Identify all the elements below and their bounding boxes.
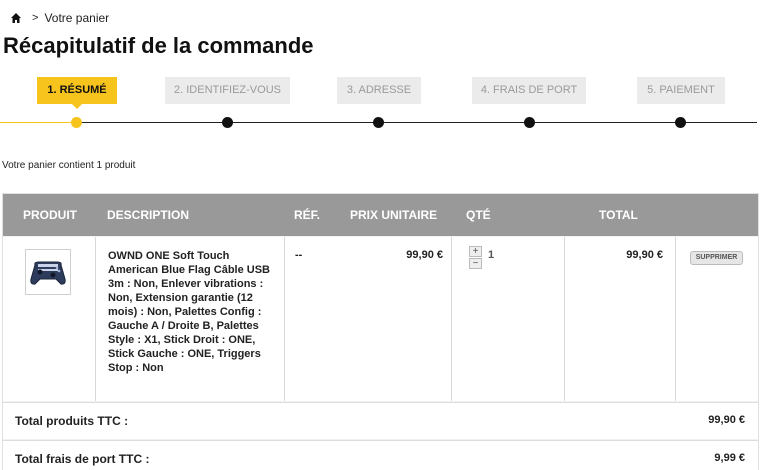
delete-button[interactable]: SUPPRIMER bbox=[690, 251, 743, 265]
total-shipping-row: Total frais de port TTC : 9,99 € bbox=[3, 440, 758, 470]
column-divider bbox=[284, 237, 285, 401]
header-description: DESCRIPTION bbox=[107, 208, 190, 222]
product-quantity: 1 bbox=[488, 249, 495, 261]
total-products-row: Total produits TTC : 99,90 € bbox=[3, 402, 758, 439]
cart-item-row: OWND ONE Soft Touch American Blue Flag C… bbox=[3, 237, 758, 401]
progress-dot bbox=[373, 117, 384, 128]
progress-line-active bbox=[0, 122, 77, 123]
header-ref: RÉF. bbox=[294, 208, 321, 222]
home-icon[interactable] bbox=[10, 12, 22, 24]
breadcrumb-current: Votre panier bbox=[44, 11, 110, 25]
header-total: TOTAL bbox=[599, 208, 638, 222]
column-divider bbox=[675, 237, 676, 401]
progress-dot bbox=[222, 117, 233, 128]
page-title: Récapitulatif de la commande bbox=[3, 33, 314, 58]
step-identify[interactable]: 2. IDENTIFIEZ-VOUS bbox=[165, 77, 290, 104]
cart-table: PRODUIT DESCRIPTION RÉF. PRIX UNITAIRE Q… bbox=[2, 193, 759, 470]
qty-decrease-button[interactable]: − bbox=[469, 258, 482, 269]
total-products-label: Total produits TTC : bbox=[15, 414, 129, 428]
product-description: OWND ONE Soft Touch American Blue Flag C… bbox=[108, 250, 270, 374]
step-shipping[interactable]: 4. FRAIS DE PORT bbox=[472, 77, 586, 104]
breadcrumb: > Votre panier bbox=[10, 10, 109, 26]
product-thumbnail[interactable] bbox=[25, 249, 71, 295]
column-divider bbox=[451, 237, 452, 401]
step-resume[interactable]: 1. RÉSUMÉ bbox=[37, 77, 117, 109]
total-shipping-label: Total frais de port TTC : bbox=[15, 452, 150, 466]
product-ref: -- bbox=[295, 249, 303, 261]
controller-image bbox=[30, 261, 66, 285]
breadcrumb-separator: > bbox=[32, 12, 39, 24]
column-divider bbox=[95, 237, 96, 401]
step-payment[interactable]: 5. PAIEMENT bbox=[637, 77, 725, 104]
quantity-stepper: + − bbox=[469, 246, 483, 270]
step-active-arrow bbox=[72, 104, 82, 109]
header-product: PRODUIT bbox=[23, 208, 77, 222]
step-resume-label: 1. RÉSUMÉ bbox=[47, 84, 107, 96]
total-products-value: 99,90 € bbox=[708, 414, 745, 426]
total-shipping-value: 9,99 € bbox=[714, 452, 745, 464]
product-unit-price: 99,90 € bbox=[406, 249, 443, 261]
progress-line bbox=[77, 122, 757, 123]
cart-table-header: PRODUIT DESCRIPTION RÉF. PRIX UNITAIRE Q… bbox=[3, 194, 758, 236]
progress-dot bbox=[675, 117, 686, 128]
progress-dot-current bbox=[71, 117, 82, 128]
cart-summary: Votre panier contient 1 produit bbox=[2, 160, 136, 171]
header-unit-price: PRIX UNITAIRE bbox=[350, 208, 438, 222]
progress-dot bbox=[524, 117, 535, 128]
column-divider bbox=[564, 237, 565, 401]
qty-increase-button[interactable]: + bbox=[469, 246, 482, 257]
step-address[interactable]: 3. ADRESSE bbox=[337, 77, 421, 104]
header-qty: QTÉ bbox=[466, 208, 491, 222]
product-total: 99,90 € bbox=[626, 249, 663, 261]
checkout-steps: 1. RÉSUMÉ 2. IDENTIFIEZ-VOUS 3. ADRESSE … bbox=[0, 77, 767, 128]
